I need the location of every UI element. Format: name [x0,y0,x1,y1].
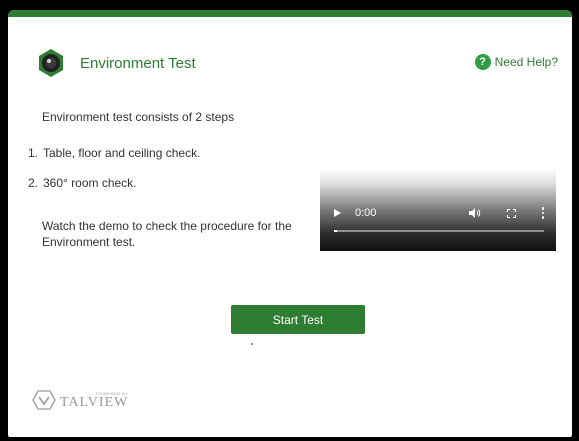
top-accent-bar [8,10,572,17]
environment-test-window: Environment Test ? Need Help? Environmen… [8,10,572,437]
brand-text: POWERED BY TALVIEW [60,391,128,410]
volume-icon[interactable] [468,208,481,218]
step-text: 360° room check. [43,176,137,190]
video-progress-fill [334,230,337,232]
fullscreen-icon[interactable] [506,208,516,218]
steps-list: 1. Table, floor and ceiling check. 2. 36… [28,146,200,206]
list-item: 2. 360° room check. [28,176,200,190]
need-help-link[interactable]: ? Need Help? [474,54,558,70]
video-controls: 0:00 [334,205,544,221]
intro-text: Environment test consists of 2 steps [42,110,235,124]
cursor-dot [251,343,253,345]
step-text: Table, floor and ceiling check. [43,146,201,160]
video-time: 0:00 [355,207,377,219]
camera-lens-icon [39,49,63,77]
step-number: 2. [28,176,39,190]
header: Environment Test [36,48,196,78]
start-test-button[interactable]: Start Test [231,305,365,334]
page-title: Environment Test [80,54,196,72]
demo-instructions: Watch the demo to check the procedure fo… [42,219,292,249]
question-circle-icon: ? [474,54,491,70]
play-icon[interactable] [334,209,341,217]
demo-video-player[interactable]: 0:00 [320,169,556,251]
step-number: 1. [28,146,39,160]
list-item: 1. Table, floor and ceiling check. [28,146,200,160]
talview-brand: POWERED BY TALVIEW [32,390,128,410]
talview-logo-icon [32,390,56,410]
brand-name: TALVIEW [60,394,129,410]
video-progress-bar[interactable] [334,230,544,232]
more-options-icon[interactable] [541,207,544,219]
need-help-label: Need Help? [494,55,558,69]
